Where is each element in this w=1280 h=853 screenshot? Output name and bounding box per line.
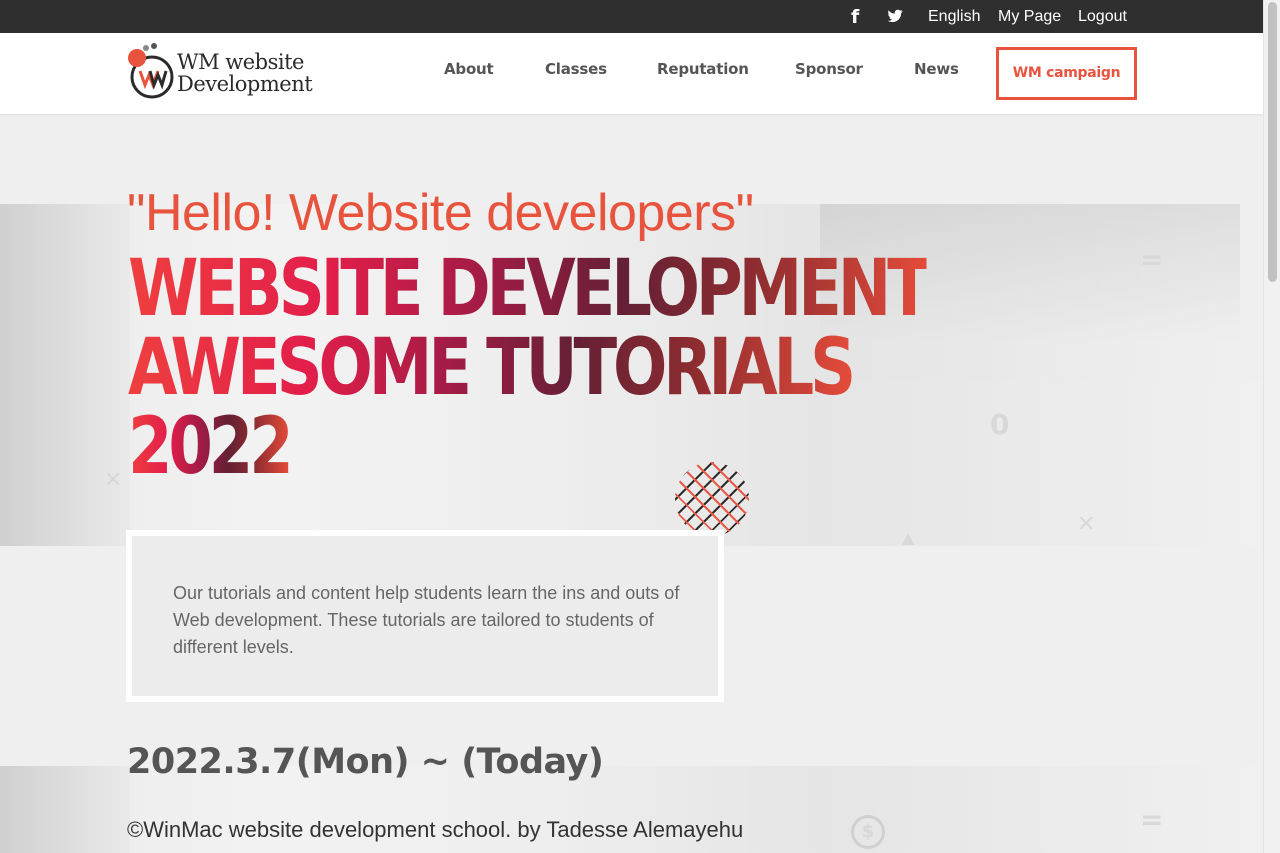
- hero-headline-line3: 2022: [128, 402, 294, 492]
- site-logo[interactable]: WM website Development: [126, 43, 336, 101]
- nav-news[interactable]: News: [914, 60, 959, 78]
- language-link[interactable]: English: [928, 0, 980, 33]
- twitter-icon[interactable]: [886, 0, 904, 33]
- nav-reputation[interactable]: Reputation: [657, 60, 749, 78]
- hero-greeting: "Hello! Website developers": [127, 184, 754, 242]
- nav-sponsor[interactable]: Sponsor: [795, 60, 863, 78]
- logo-mark-icon: [128, 43, 174, 99]
- my-page-link[interactable]: My Page: [998, 0, 1061, 33]
- triangle-decoration-icon: ▲: [902, 528, 915, 547]
- zero-decoration-icon: 0: [990, 408, 1010, 441]
- nav-about[interactable]: About: [444, 60, 494, 78]
- equals-decoration-icon: =: [1140, 243, 1164, 276]
- hero-headline-line2: AWESOME TUTORIALS: [128, 323, 856, 413]
- hero-headline-line1: WEBSITE DEVELOPMENT: [128, 244, 931, 334]
- description-box: Our tutorials and content help students …: [126, 530, 724, 702]
- copyright-text: ©WinMac website development school. by T…: [127, 817, 744, 842]
- nav-classes[interactable]: Classes: [545, 60, 607, 78]
- top-utility-bar: f English My Page Logout: [0, 0, 1263, 33]
- date-range: 2022.3.7(Mon) ~ (Today): [127, 742, 604, 782]
- facebook-icon[interactable]: f: [851, 0, 859, 33]
- description-text: Our tutorials and content help students …: [173, 583, 680, 657]
- currency-decoration-icon: $: [851, 815, 885, 849]
- logo-line1: WM website: [177, 50, 304, 74]
- dotted-circle-decoration-icon: [675, 462, 749, 536]
- page-scrollbar[interactable]: [1263, 0, 1280, 853]
- equals-decoration-icon-footer: =: [1140, 803, 1164, 836]
- cross-decoration-icon: ✕: [104, 468, 123, 493]
- campaign-button[interactable]: WM campaign: [996, 47, 1137, 100]
- site-header: WM website Development About Classes Rep…: [0, 33, 1263, 114]
- logout-link[interactable]: Logout: [1078, 0, 1127, 33]
- logo-text: WM website Development: [177, 50, 313, 96]
- logo-line2: Development: [177, 72, 313, 96]
- scrollbar-thumb[interactable]: [1268, 2, 1277, 282]
- cross-decoration-icon-right: ✕: [1077, 512, 1096, 537]
